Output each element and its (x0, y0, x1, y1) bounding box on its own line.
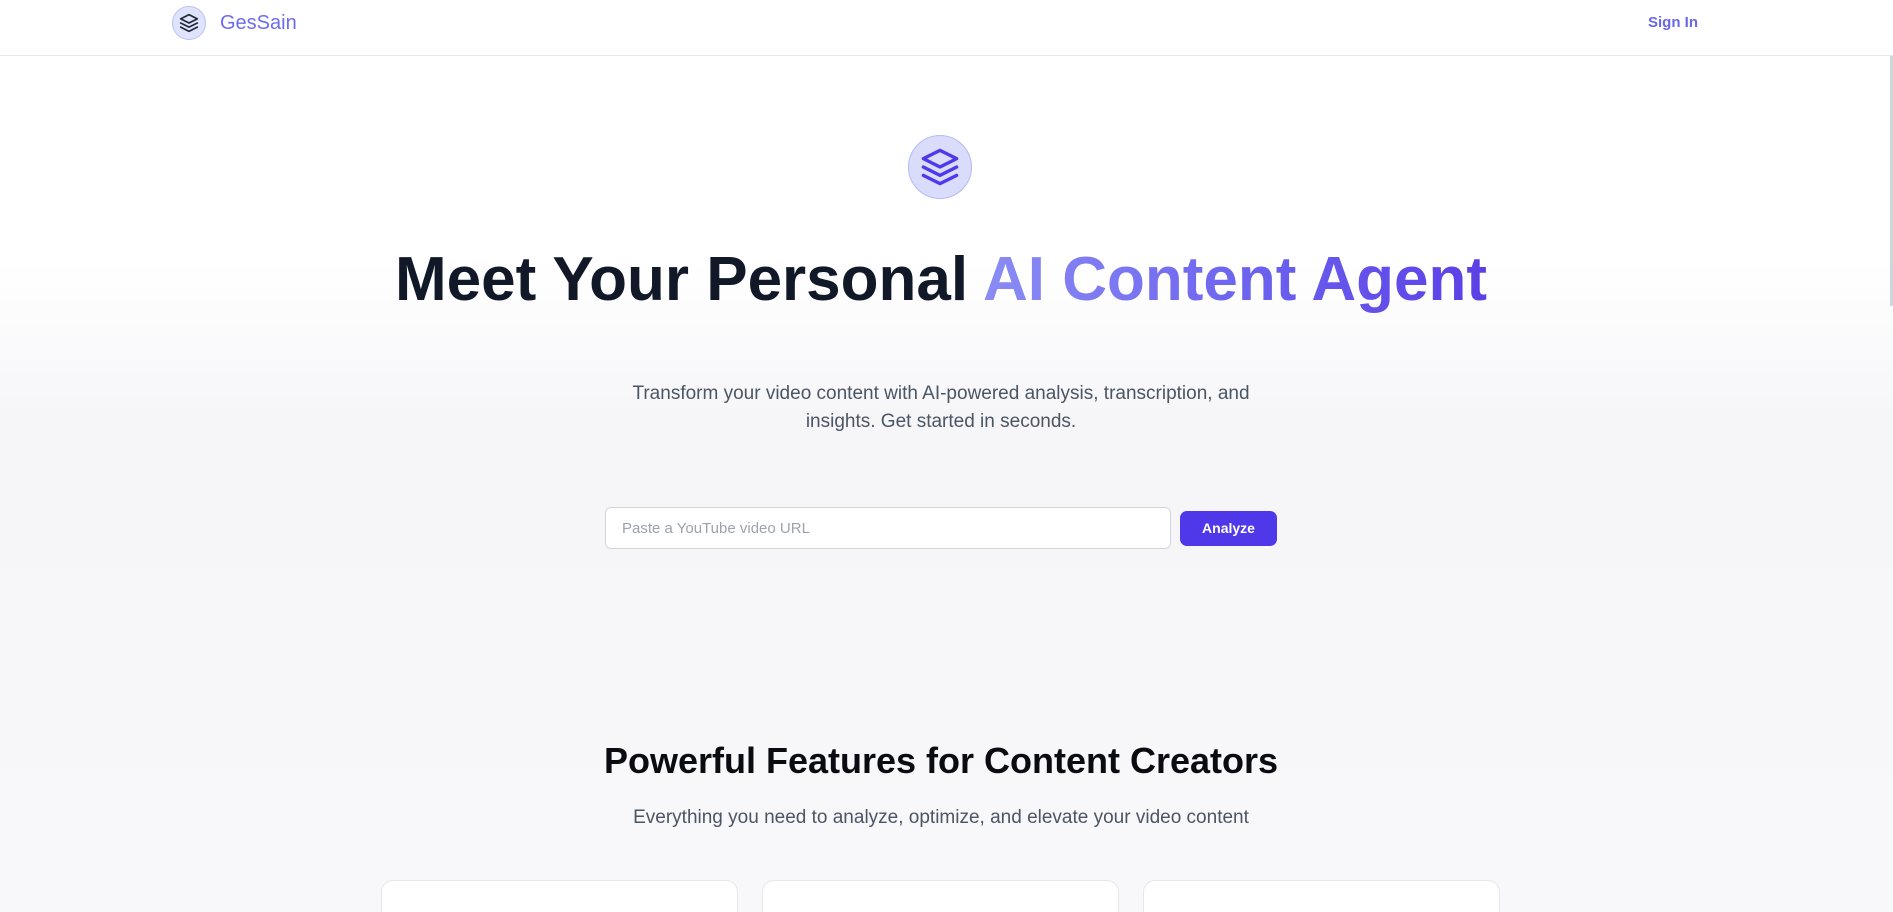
hero-subtitle: Transform your video content with AI-pow… (632, 383, 1250, 432)
hero-title: Meet Your Personal AI Content Agent (0, 244, 1882, 315)
brand[interactable]: GesSain (172, 6, 297, 40)
feature-cards (381, 880, 1500, 912)
feature-card (762, 880, 1119, 912)
features-title: Powerful Features for Content Creators (603, 740, 1279, 781)
features-subtitle: Everything you need to analyze, optimize… (633, 807, 1249, 828)
feature-card (1143, 880, 1500, 912)
landing-page: GesSain Sign In Meet Your Personal AI Co… (0, 0, 1893, 912)
youtube-url-input[interactable] (605, 507, 1171, 549)
analyze-button[interactable]: Analyze (1180, 510, 1277, 546)
brand-name: GesSain (220, 11, 297, 34)
hero-title-accent: AI Content Agent (983, 245, 1487, 314)
layers-icon (908, 135, 972, 199)
layers-icon (172, 6, 206, 40)
top-navbar: GesSain Sign In (0, 0, 1893, 56)
feature-card (381, 880, 738, 912)
sign-in-link[interactable]: Sign In (1648, 14, 1698, 31)
hero-title-main: Meet Your Personal (395, 245, 984, 314)
url-form: Analyze (605, 507, 1277, 549)
